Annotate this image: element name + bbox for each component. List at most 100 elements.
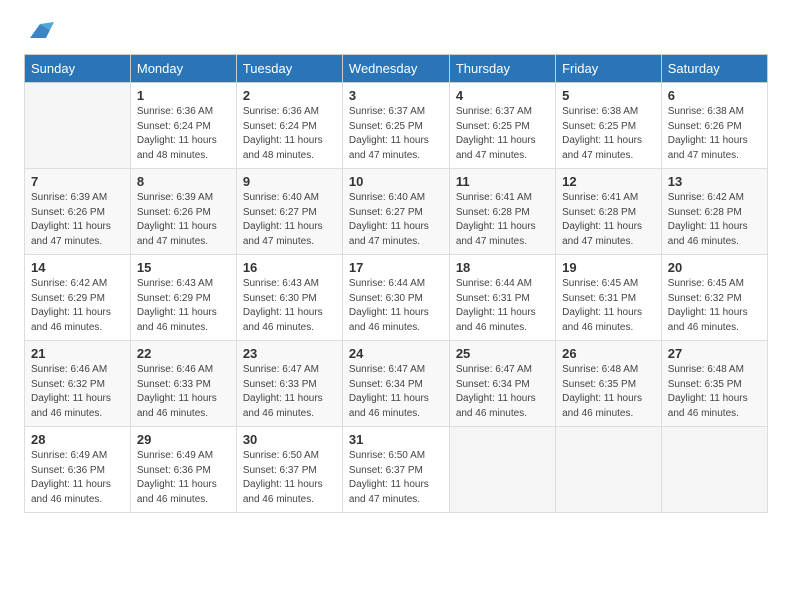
day-detail: Sunrise: 6:39 AMSunset: 6:26 PMDaylight:… — [137, 191, 230, 249]
day-number: 14 — [31, 260, 124, 275]
day-detail: Sunrise: 6:37 AMSunset: 6:25 PMDaylight:… — [456, 105, 549, 163]
calendar-cell: 23Sunrise: 6:47 AMSunset: 6:33 PMDayligh… — [236, 341, 342, 427]
day-detail: Sunrise: 6:47 AMSunset: 6:33 PMDaylight:… — [243, 363, 336, 421]
week-row-4: 21 Sunrise: 6:46 AMSunset: 6:32 PMDayligh… — [25, 341, 768, 427]
day-number: 5 — [562, 88, 655, 103]
week-row-2: 7 Sunrise: 6:39 AMSunset: 6:26 PMDaylight… — [25, 169, 768, 255]
day-detail: Sunrise: 6:44 AMSunset: 6:30 PMDaylight:… — [349, 277, 443, 335]
day-number: 26 — [562, 346, 655, 361]
day-detail: Sunrise: 6:43 AMSunset: 6:29 PMDaylight:… — [137, 277, 230, 335]
day-detail: Sunrise: 6:41 AMSunset: 6:28 PMDaylight:… — [562, 191, 655, 249]
day-detail: Sunrise: 6:41 AMSunset: 6:28 PMDaylight:… — [456, 191, 549, 249]
day-detail: Sunrise: 6:38 AMSunset: 6:25 PMDaylight:… — [562, 105, 655, 163]
header-day-tuesday: Tuesday — [236, 55, 342, 83]
page-header — [24, 20, 768, 42]
calendar-cell — [25, 83, 131, 169]
header-day-saturday: Saturday — [661, 55, 767, 83]
day-number: 29 — [137, 432, 230, 447]
calendar-cell: 29Sunrise: 6:49 AMSunset: 6:36 PMDayligh… — [130, 427, 236, 513]
calendar-cell: 27 Sunrise: 6:48 AMSunset: 6:35 PMDayligh… — [661, 341, 767, 427]
day-number: 28 — [31, 432, 124, 447]
calendar-cell — [661, 427, 767, 513]
day-detail: Sunrise: 6:45 AMSunset: 6:32 PMDaylight:… — [668, 277, 761, 335]
header-day-friday: Friday — [556, 55, 662, 83]
calendar-cell: 22 Sunrise: 6:46 AMSunset: 6:33 PMDayligh… — [130, 341, 236, 427]
header-day-sunday: Sunday — [25, 55, 131, 83]
calendar-cell: 9 Sunrise: 6:40 AMSunset: 6:27 PMDaylight… — [236, 169, 342, 255]
day-detail: Sunrise: 6:48 AMSunset: 6:35 PMDaylight:… — [562, 363, 655, 421]
day-detail: Sunrise: 6:45 AMSunset: 6:31 PMDaylight:… — [562, 277, 655, 335]
calendar-table: SundayMondayTuesdayWednesdayThursdayFrid… — [24, 54, 768, 513]
calendar-cell: 12Sunrise: 6:41 AMSunset: 6:28 PMDayligh… — [556, 169, 662, 255]
day-detail: Sunrise: 6:48 AMSunset: 6:35 PMDaylight:… — [668, 363, 761, 421]
calendar-cell: 1 Sunrise: 6:36 AMSunset: 6:24 PMDaylight… — [130, 83, 236, 169]
day-number: 20 — [668, 260, 761, 275]
day-number: 11 — [456, 174, 549, 189]
day-number: 25 — [456, 346, 549, 361]
day-detail: Sunrise: 6:47 AMSunset: 6:34 PMDaylight:… — [349, 363, 443, 421]
day-detail: Sunrise: 6:39 AMSunset: 6:26 PMDaylight:… — [31, 191, 124, 249]
day-number: 3 — [349, 88, 443, 103]
day-number: 10 — [349, 174, 443, 189]
calendar-cell: 16 Sunrise: 6:43 AMSunset: 6:30 PMDayligh… — [236, 255, 342, 341]
day-detail: Sunrise: 6:40 AMSunset: 6:27 PMDaylight:… — [349, 191, 443, 249]
calendar-cell: 14 Sunrise: 6:42 AMSunset: 6:29 PMDayligh… — [25, 255, 131, 341]
day-number: 8 — [137, 174, 230, 189]
header-row: SundayMondayTuesdayWednesdayThursdayFrid… — [25, 55, 768, 83]
calendar-cell: 6Sunrise: 6:38 AMSunset: 6:26 PMDaylight… — [661, 83, 767, 169]
day-number: 9 — [243, 174, 336, 189]
day-number: 1 — [137, 88, 230, 103]
calendar-cell: 26 Sunrise: 6:48 AMSunset: 6:35 PMDayligh… — [556, 341, 662, 427]
calendar-cell: 17Sunrise: 6:44 AMSunset: 6:30 PMDayligh… — [342, 255, 449, 341]
day-detail: Sunrise: 6:40 AMSunset: 6:27 PMDaylight:… — [243, 191, 336, 249]
day-detail: Sunrise: 6:46 AMSunset: 6:33 PMDaylight:… — [137, 363, 230, 421]
header-day-wednesday: Wednesday — [342, 55, 449, 83]
day-number: 16 — [243, 260, 336, 275]
day-detail: Sunrise: 6:42 AMSunset: 6:29 PMDaylight:… — [31, 277, 124, 335]
calendar-cell: 28 Sunrise: 6:49 AMSunset: 6:36 PMDayligh… — [25, 427, 131, 513]
logo — [24, 20, 54, 42]
day-detail: Sunrise: 6:36 AMSunset: 6:24 PMDaylight:… — [137, 105, 230, 163]
calendar-cell: 21 Sunrise: 6:46 AMSunset: 6:32 PMDayligh… — [25, 341, 131, 427]
day-detail: Sunrise: 6:49 AMSunset: 6:36 PMDaylight:… — [31, 449, 124, 507]
day-number: 22 — [137, 346, 230, 361]
calendar-cell: 24 Sunrise: 6:47 AMSunset: 6:34 PMDayligh… — [342, 341, 449, 427]
day-detail: Sunrise: 6:46 AMSunset: 6:32 PMDaylight:… — [31, 363, 124, 421]
day-detail: Sunrise: 6:44 AMSunset: 6:31 PMDaylight:… — [456, 277, 549, 335]
calendar-cell: 2 Sunrise: 6:36 AMSunset: 6:24 PMDaylight… — [236, 83, 342, 169]
day-detail: Sunrise: 6:50 AMSunset: 6:37 PMDaylight:… — [243, 449, 336, 507]
day-number: 27 — [668, 346, 761, 361]
calendar-cell: 10 Sunrise: 6:40 AMSunset: 6:27 PMDayligh… — [342, 169, 449, 255]
calendar-cell: 25Sunrise: 6:47 AMSunset: 6:34 PMDayligh… — [449, 341, 555, 427]
day-number: 30 — [243, 432, 336, 447]
calendar-cell: 20 Sunrise: 6:45 AMSunset: 6:32 PMDayligh… — [661, 255, 767, 341]
calendar-cell — [449, 427, 555, 513]
day-number: 21 — [31, 346, 124, 361]
week-row-1: 1 Sunrise: 6:36 AMSunset: 6:24 PMDaylight… — [25, 83, 768, 169]
calendar-cell: 3Sunrise: 6:37 AMSunset: 6:25 PMDaylight… — [342, 83, 449, 169]
header-day-monday: Monday — [130, 55, 236, 83]
day-number: 7 — [31, 174, 124, 189]
day-number: 13 — [668, 174, 761, 189]
day-detail: Sunrise: 6:50 AMSunset: 6:37 PMDaylight:… — [349, 449, 443, 507]
calendar-cell: 4 Sunrise: 6:37 AMSunset: 6:25 PMDaylight… — [449, 83, 555, 169]
day-number: 2 — [243, 88, 336, 103]
day-number: 4 — [456, 88, 549, 103]
calendar-body: 1 Sunrise: 6:36 AMSunset: 6:24 PMDaylight… — [25, 83, 768, 513]
day-number: 18 — [456, 260, 549, 275]
day-detail: Sunrise: 6:38 AMSunset: 6:26 PMDaylight:… — [668, 105, 761, 163]
calendar-cell: 13Sunrise: 6:42 AMSunset: 6:28 PMDayligh… — [661, 169, 767, 255]
calendar-cell: 8 Sunrise: 6:39 AMSunset: 6:26 PMDaylight… — [130, 169, 236, 255]
week-row-5: 28 Sunrise: 6:49 AMSunset: 6:36 PMDayligh… — [25, 427, 768, 513]
calendar-cell: 30 Sunrise: 6:50 AMSunset: 6:37 PMDayligh… — [236, 427, 342, 513]
day-number: 24 — [349, 346, 443, 361]
calendar-cell: 19 Sunrise: 6:45 AMSunset: 6:31 PMDayligh… — [556, 255, 662, 341]
calendar-cell: 15 Sunrise: 6:43 AMSunset: 6:29 PMDayligh… — [130, 255, 236, 341]
day-number: 15 — [137, 260, 230, 275]
day-detail: Sunrise: 6:36 AMSunset: 6:24 PMDaylight:… — [243, 105, 336, 163]
calendar-cell: 7 Sunrise: 6:39 AMSunset: 6:26 PMDaylight… — [25, 169, 131, 255]
header-day-thursday: Thursday — [449, 55, 555, 83]
calendar-cell — [556, 427, 662, 513]
day-detail: Sunrise: 6:43 AMSunset: 6:30 PMDaylight:… — [243, 277, 336, 335]
day-number: 19 — [562, 260, 655, 275]
